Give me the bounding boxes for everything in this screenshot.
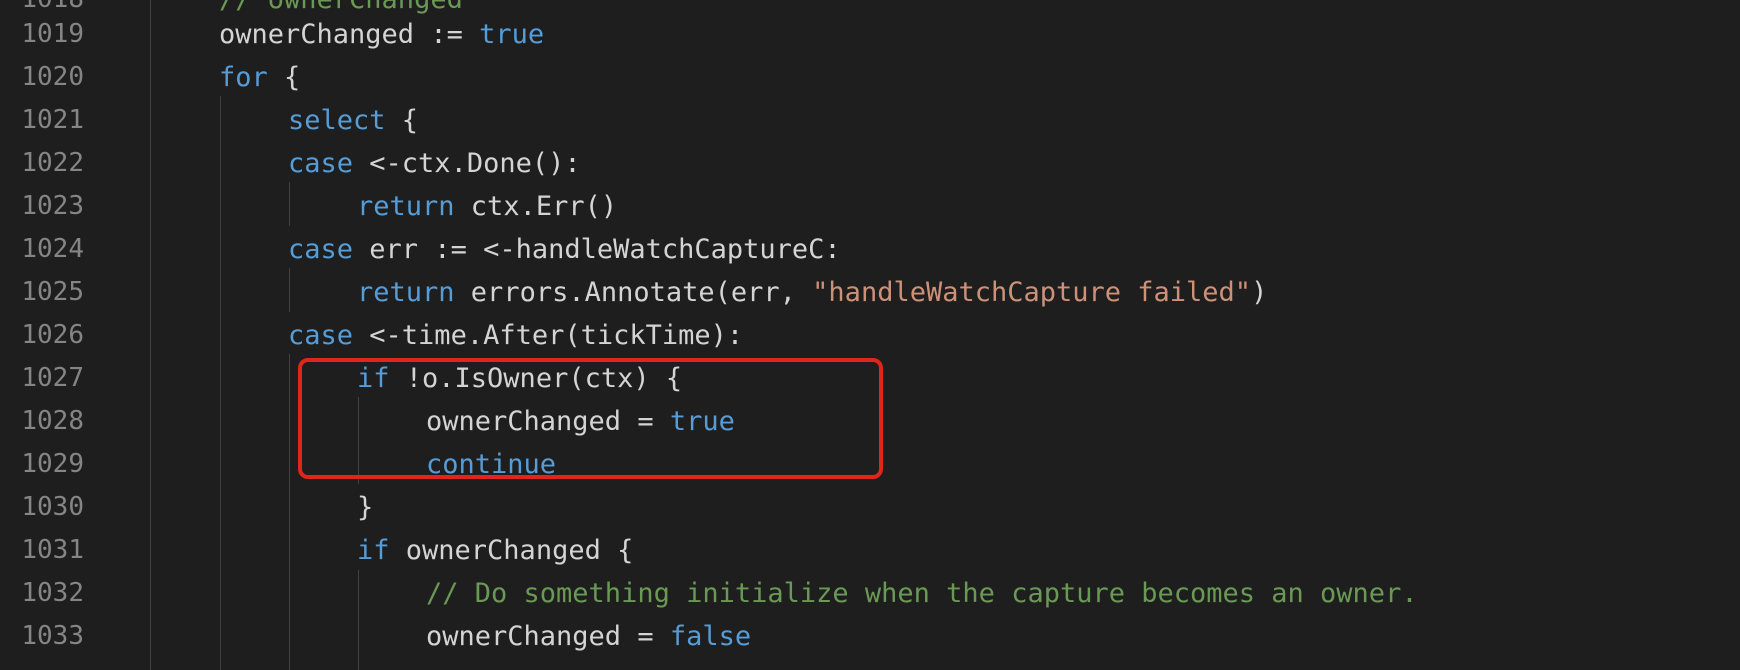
code-text: { [385,105,419,136]
code-text: ownerChanged := [219,19,480,50]
code-text: ownerChanged = [426,621,670,652]
line-code: ownerChanged = false [426,615,751,658]
code-line[interactable]: 1024 case err := <-handleWatchCaptureC: [0,228,1740,271]
line-code: case err := <-handleWatchCaptureC: [288,228,841,271]
code-line[interactable]: 1031 if ownerChanged { [0,529,1740,572]
code-text: { [267,62,301,93]
string-literal: "handleWatchCapture failed" [812,277,1252,308]
code-text: <-time.After(tickTime): [353,320,744,351]
line-code: if ownerChanged { [357,529,633,572]
code-line[interactable]: 1030 } [0,486,1740,529]
line-number: 1026 [21,320,84,350]
line-number: 1027 [21,363,84,393]
code-line[interactable]: 1032 // Do something initialize when the… [0,572,1740,615]
highlight-annotation-box [298,358,883,479]
code-line[interactable]: 1026 case <-time.After(tickTime): [0,314,1740,357]
keyword-token: select [288,105,386,136]
code-text: ctx.Err() [454,191,618,222]
code-line[interactable]: 1033 ownerChanged = false [0,615,1740,658]
line-code: return ctx.Err() [357,185,617,228]
line-code: for { [219,56,300,99]
line-number: 1021 [21,105,84,135]
keyword-token: if [357,535,390,566]
line-number: 1031 [21,535,84,565]
keyword-token: for [219,62,268,93]
code-line[interactable]: 1022 case <-ctx.Done(): [0,142,1740,185]
line-number: 1032 [21,578,84,608]
line-code: case <-ctx.Done(): [288,142,581,185]
code-line[interactable]: 1023 return ctx.Err() [0,185,1740,228]
keyword-token: case [288,320,354,351]
keyword-token: return [357,191,455,222]
line-number: 1033 [21,621,84,651]
line-number: 1020 [21,62,84,92]
line-number: 1025 [21,277,84,307]
code-line[interactable]: 1019 ownerChanged := true [0,13,1740,56]
code-text: <-ctx.Done(): [353,148,581,179]
line-code: ownerChanged := true [219,13,544,56]
line-code: case <-time.After(tickTime): [288,314,743,357]
line-number: 1028 [21,406,84,436]
code-line[interactable]: 1020 for { [0,56,1740,99]
keyword-token: case [288,148,354,179]
code-text: errors.Annotate(err, [454,277,813,308]
code-text: err := <-handleWatchCaptureC: [353,234,841,265]
code-line[interactable]: 1021 select { [0,99,1740,142]
code-line[interactable]: 1025 return errors.Annotate(err, "handle… [0,271,1740,314]
line-code: select { [288,99,418,142]
code-editor[interactable]: 1018 // ownerChanged 1019 ownerChanged :… [0,0,1740,670]
keyword-token: return [357,277,455,308]
line-code: return errors.Annotate(err, "handleWatch… [357,271,1267,314]
line-number: 1023 [21,191,84,221]
code-text: ) [1251,277,1268,308]
line-number: 1030 [21,492,84,522]
comment-text: // Do something initialize when the capt… [426,578,1418,609]
keyword-token: false [669,621,752,652]
line-number: 1024 [21,234,84,264]
code-text: } [357,492,374,523]
line-number: 1019 [21,19,84,49]
code-text: ownerChanged { [389,535,634,566]
keyword-token: true [479,19,545,50]
line-code: // Do something initialize when the capt… [426,572,1418,615]
line-number: 1022 [21,148,84,178]
line-number: 1029 [21,449,84,479]
line-code: } [357,486,373,529]
keyword-token: case [288,234,354,265]
